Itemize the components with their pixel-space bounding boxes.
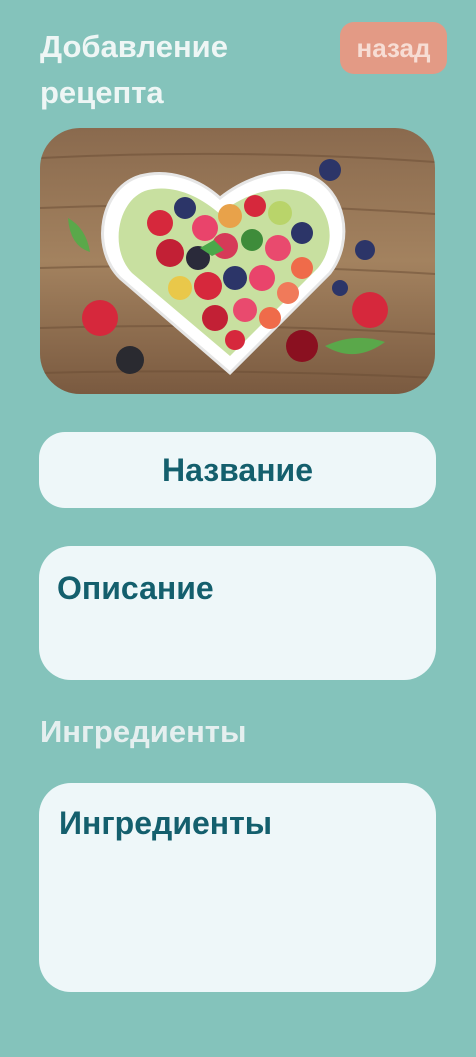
- recipe-name-field[interactable]: Название: [39, 432, 436, 508]
- recipe-ingredients-field[interactable]: Ингредиенты: [39, 783, 436, 992]
- recipe-image: [40, 128, 435, 394]
- fruit-salad-image: [40, 128, 435, 394]
- recipe-description-field[interactable]: Описание: [39, 546, 436, 680]
- page-title: Добавление рецепта: [40, 29, 228, 110]
- ingredients-section-label: Ингредиенты: [40, 714, 247, 749]
- back-button[interactable]: назад: [340, 22, 447, 74]
